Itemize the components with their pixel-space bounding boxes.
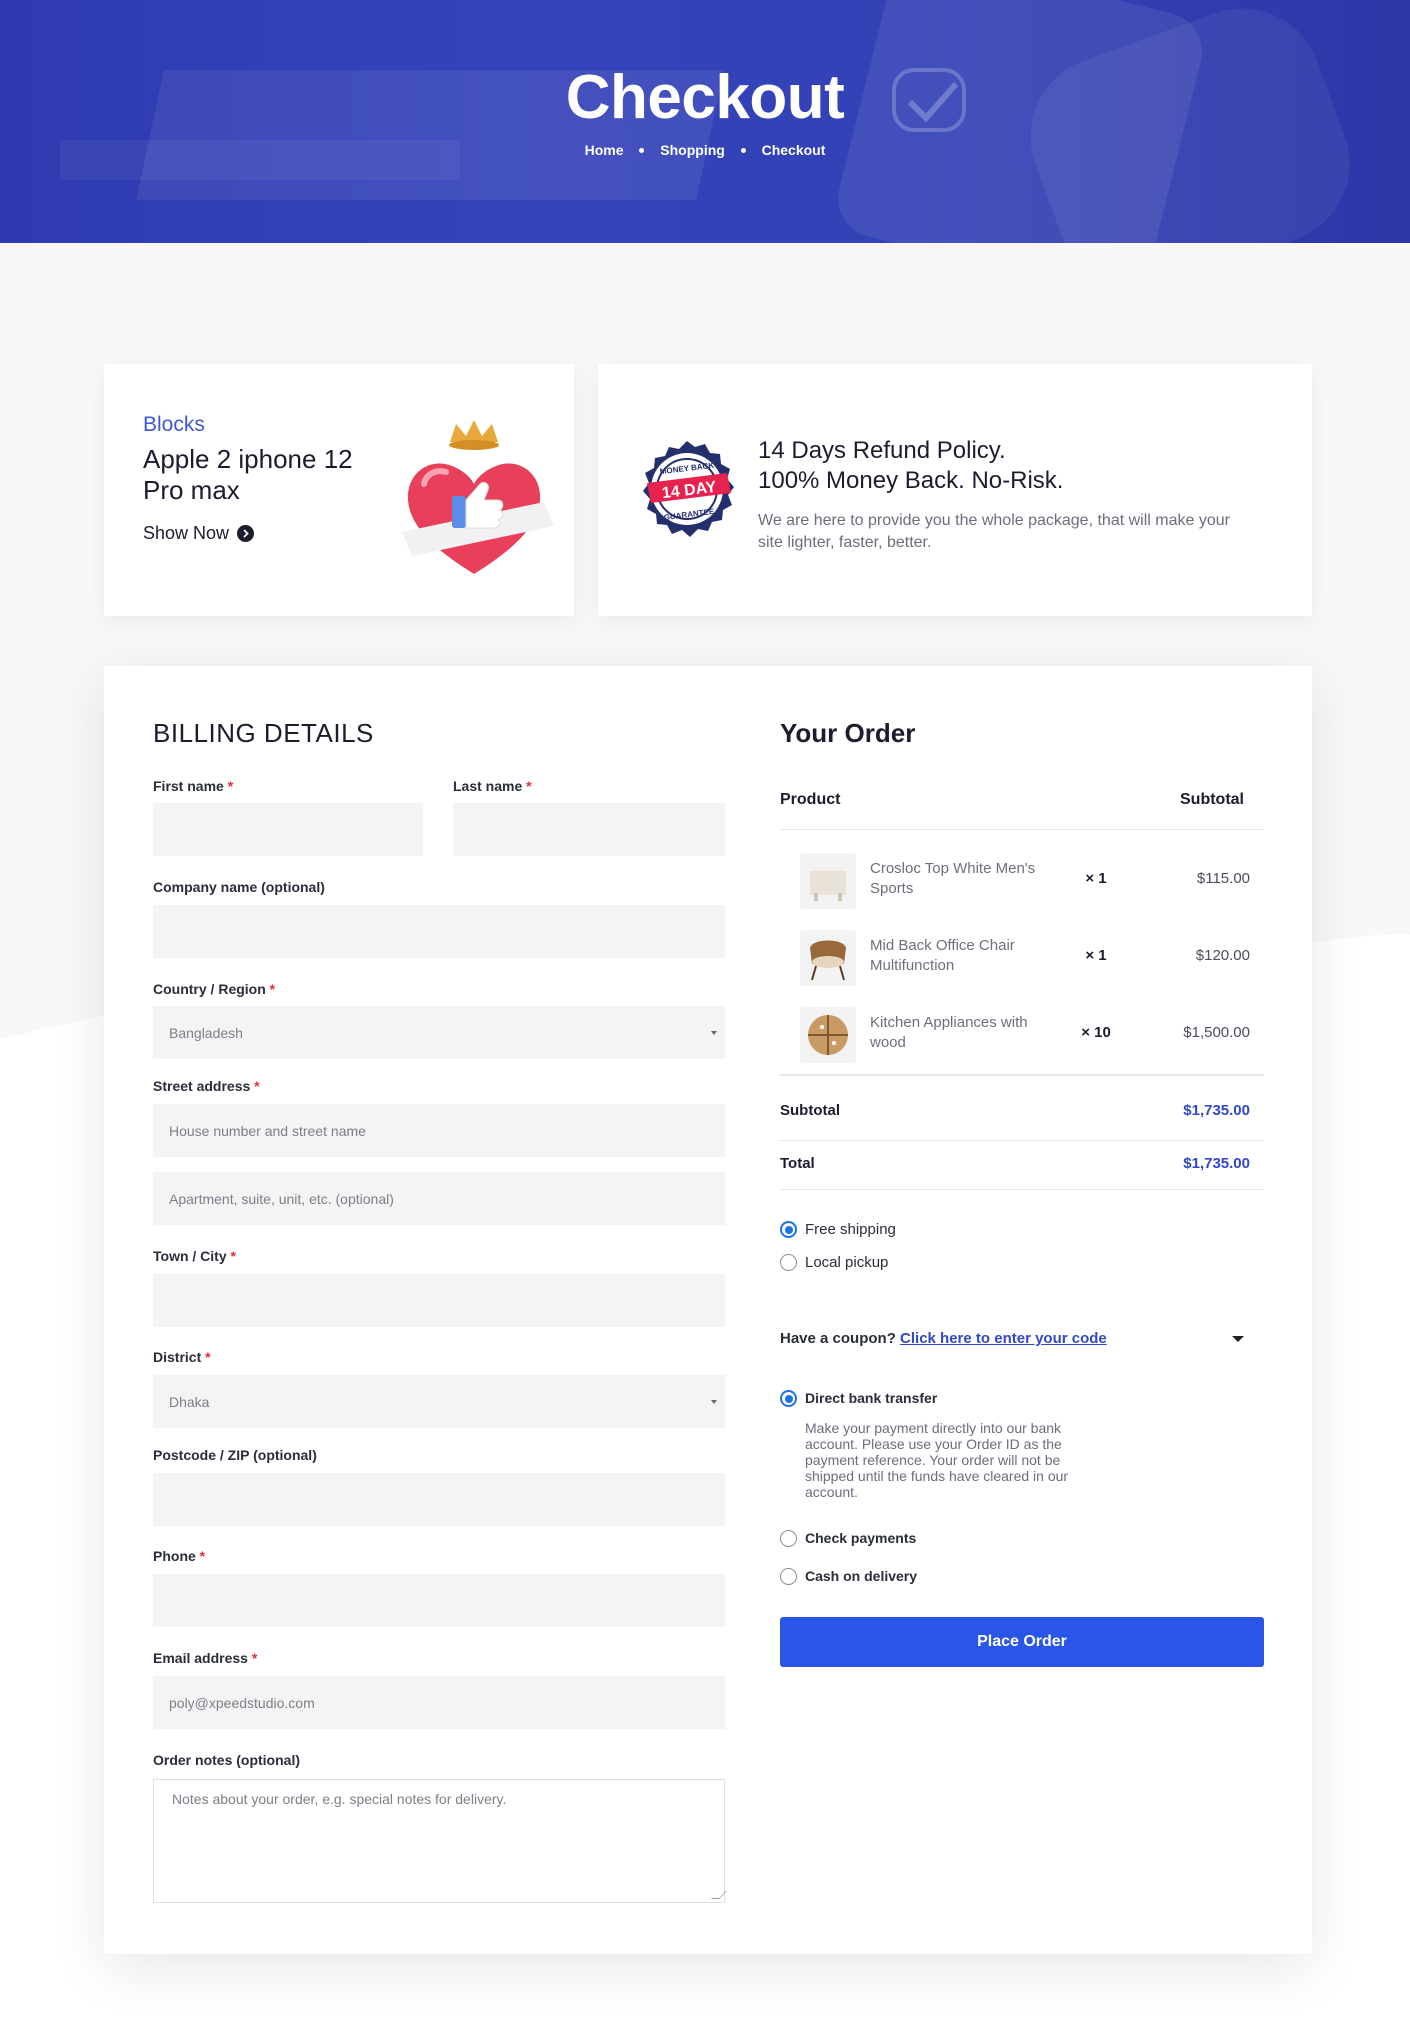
coupon-link[interactable]: Click here to enter your code — [900, 1330, 1107, 1347]
product-thumbnail — [800, 930, 856, 986]
item-name: Kitchen Appliances with wood — [870, 1014, 1028, 1051]
chevron-down-icon — [711, 1031, 717, 1035]
company-label: Company name (optional) — [153, 879, 325, 895]
billing-heading: BILLING DETAILS — [153, 718, 374, 748]
order-heading: Your Order — [780, 718, 916, 748]
refund-title: 14 Days Refund Policy. 100% Money Back. … — [758, 436, 1063, 496]
breadcrumb-separator — [639, 147, 645, 153]
order-item: Kitchen Appliances with wood × 10 $1,500… — [780, 1000, 1264, 1063]
place-order-button[interactable]: Place Order — [780, 1617, 1264, 1667]
country-label: Country / Region * — [153, 981, 276, 997]
money-back-badge-icon: 14 DAY MONEY BACK GUARANTEE — [643, 441, 734, 537]
product-thumbnail — [800, 1007, 856, 1063]
company-field[interactable] — [153, 905, 725, 958]
bank-transfer-radio[interactable] — [780, 1390, 797, 1407]
divider — [780, 829, 1264, 830]
cash-on-delivery-label[interactable]: Cash on delivery — [805, 1568, 917, 1584]
country-select[interactable]: Bangladesh — [153, 1006, 725, 1059]
free-shipping-radio[interactable] — [780, 1221, 797, 1238]
email-field[interactable]: poly@xpeedstudio.com — [153, 1676, 725, 1729]
breadcrumb: Home Shopping Checkout — [0, 141, 1410, 158]
order-notes-label: Order notes (optional) — [153, 1752, 300, 1768]
product-thumbnail — [800, 853, 856, 909]
refund-card: 14 DAY MONEY BACK GUARANTEE 14 Days Refu… — [598, 364, 1312, 616]
city-label: Town / City * — [153, 1248, 236, 1264]
local-pickup-label[interactable]: Local pickup — [805, 1254, 888, 1271]
order-notes-placeholder: Notes about your order, e.g. special not… — [172, 1791, 507, 1807]
item-price: $1,500.00 — [1183, 1024, 1250, 1041]
subtotal-row: Subtotal $1,735.00 — [780, 1102, 1264, 1119]
refund-description: We are here to provide you the whole pac… — [758, 512, 1230, 551]
postcode-field[interactable] — [153, 1473, 725, 1526]
total-label: Total — [780, 1155, 815, 1172]
item-price: $115.00 — [1196, 870, 1250, 887]
district-label: District * — [153, 1349, 211, 1365]
arrow-right-icon — [237, 525, 255, 542]
checkout-panel: BILLING DETAILS First name * Last name *… — [104, 666, 1312, 1954]
apartment-field[interactable]: Apartment, suite, unit, etc. (optional) — [153, 1172, 725, 1225]
last-name-field[interactable] — [453, 803, 725, 856]
free-shipping-label[interactable]: Free shipping — [805, 1221, 896, 1238]
order-notes-textarea[interactable]: Notes about your order, e.g. special not… — [153, 1779, 727, 1903]
item-name: Crosloc Top White Men's Sports — [870, 860, 1036, 897]
chevron-down-icon — [711, 1400, 717, 1404]
breadcrumb-separator — [740, 147, 746, 153]
promo-card: Blocks Apple 2 iphone 12 Pro max Show No… — [104, 364, 574, 616]
district-select[interactable]: Dhaka — [153, 1375, 725, 1428]
promo-title: Apple 2 iphone 12 Pro max — [143, 444, 353, 505]
subtotal-value: $1,735.00 — [1183, 1102, 1250, 1119]
heart-thumbs-up-illustration — [402, 420, 554, 574]
coupon-text: Have a coupon? — [780, 1330, 896, 1347]
refund-title-line2: 100% Money Back. No-Risk. — [758, 467, 1064, 494]
phone-label: Phone * — [153, 1548, 206, 1564]
first-name-label: First name * — [153, 778, 234, 794]
item-qty: × 1 — [1085, 870, 1107, 887]
page-title: Checkout — [565, 63, 845, 132]
item-qty: × 1 — [1085, 947, 1107, 964]
bank-transfer-description: Make your payment directly into our bank… — [805, 1420, 1069, 1500]
check-payments-label[interactable]: Check payments — [805, 1530, 916, 1546]
product-column-header: Product — [780, 791, 841, 808]
total-row: Total $1,735.00 — [780, 1155, 1264, 1172]
street-field[interactable]: House number and street name — [153, 1104, 725, 1157]
subtotal-column-header: Subtotal — [1180, 791, 1244, 808]
show-now-link[interactable]: Show Now — [143, 523, 255, 544]
first-name-field[interactable] — [153, 803, 423, 856]
divider — [780, 1140, 1264, 1141]
refund-title-line1: 14 Days Refund Policy. — [758, 437, 1006, 464]
order-item: Crosloc Top White Men's Sports × 1 $115.… — [780, 846, 1264, 909]
city-field[interactable] — [153, 1274, 725, 1327]
item-price: $120.00 — [1195, 947, 1250, 964]
breadcrumb-shopping[interactable]: Shopping — [660, 142, 725, 158]
last-name-label: Last name * — [453, 778, 532, 794]
country-value: Bangladesh — [169, 1024, 243, 1041]
order-item: Mid Back Office Chair Multifunction × 1 … — [780, 923, 1264, 986]
email-label: Email address * — [153, 1650, 258, 1666]
divider — [780, 1074, 1264, 1076]
street-label: Street address * — [153, 1078, 260, 1094]
subtotal-label: Subtotal — [780, 1102, 840, 1119]
promo-category: Blocks — [143, 413, 205, 436]
item-name: Mid Back Office Chair Multifunction — [870, 937, 1015, 974]
chevron-down-icon[interactable] — [1232, 1336, 1244, 1342]
phone-field[interactable] — [153, 1574, 725, 1627]
postcode-label: Postcode / ZIP (optional) — [153, 1447, 317, 1463]
breadcrumb-home[interactable]: Home — [585, 142, 624, 158]
local-pickup-radio[interactable] — [780, 1254, 797, 1271]
show-now-label: Show Now — [143, 523, 230, 543]
resize-handle-icon[interactable] — [711, 1891, 727, 1899]
cash-on-delivery-radio[interactable] — [780, 1568, 797, 1585]
breadcrumb-checkout: Checkout — [761, 142, 826, 159]
district-value: Dhaka — [169, 1393, 210, 1410]
coupon-prompt: Have a coupon? Click here to enter your … — [780, 1330, 1107, 1347]
hero-banner: Checkout Home Shopping Checkout — [0, 0, 1410, 243]
total-value: $1,735.00 — [1183, 1155, 1250, 1172]
divider — [780, 1189, 1264, 1190]
check-payments-radio[interactable] — [780, 1530, 797, 1547]
bank-transfer-label[interactable]: Direct bank transfer — [805, 1390, 937, 1406]
item-qty: × 10 — [1081, 1024, 1111, 1041]
